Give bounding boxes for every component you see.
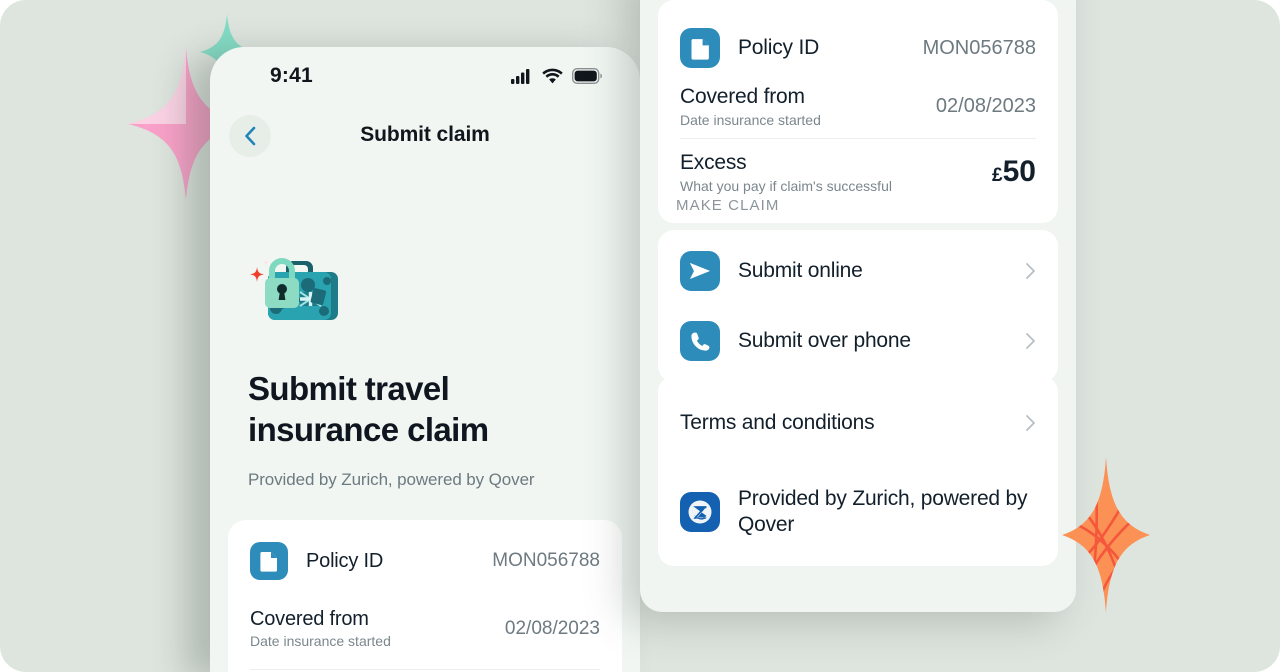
- action-label: Terms and conditions: [680, 411, 875, 434]
- action-label: Provided by Zurich, powered by Qover: [738, 487, 1028, 536]
- chevron-right-icon: [1026, 415, 1035, 431]
- amount: 50: [1002, 155, 1036, 188]
- terms-and-conditions-row[interactable]: Terms and conditions: [680, 382, 1036, 464]
- action-submit-over-phone[interactable]: Submit over phone: [680, 306, 1036, 376]
- row-covered-from[interactable]: Covered from Date insurance started 02/0…: [680, 74, 1036, 138]
- provider-row[interactable]: Provided by Zurich, powered by Qover: [680, 464, 1036, 560]
- row-title: Covered from: [680, 84, 805, 108]
- divider: [250, 669, 600, 670]
- hero-subheading: Provided by Zurich, powered by Qover: [248, 470, 535, 489]
- row-sub: What you pay if claim's successful: [680, 177, 892, 194]
- phone-row-covered-from[interactable]: Covered from Date insurance started 02/0…: [250, 608, 600, 649]
- currency-symbol: £: [992, 165, 1003, 186]
- phone-status-bar: 9:41: [210, 47, 640, 105]
- terms-card: Terms and conditions Provided by Zurich,…: [658, 376, 1058, 566]
- phone-icon: [680, 321, 720, 361]
- hero-heading: Submit travel insurance claim: [248, 370, 489, 448]
- action-label: Submit over phone: [738, 329, 911, 352]
- document-icon: [680, 28, 720, 68]
- action-submit-online[interactable]: Submit online: [680, 236, 1036, 306]
- detail-panel: Policy ID MON056788 Covered from Date in…: [640, 0, 1076, 612]
- phone-policy-card: Policy ID MON056788 Covered from Date in…: [228, 520, 622, 672]
- zurich-icon: [680, 492, 720, 532]
- action-label: Submit online: [738, 259, 863, 282]
- phone-row-value: 02/08/2023: [504, 617, 600, 639]
- phone-row-title: Policy ID: [306, 549, 384, 572]
- phone-row-sub: Date insurance started: [250, 633, 391, 649]
- phone-mockup: 9:41 Submit claim Submit travel insuranc…: [210, 47, 640, 672]
- battery-icon: [572, 68, 602, 84]
- chevron-right-icon: [1026, 333, 1035, 349]
- row-value: MON056788: [922, 36, 1036, 59]
- document-icon: [250, 542, 288, 580]
- phone-row-value: MON056788: [492, 550, 600, 571]
- page-title: Submit claim: [360, 123, 490, 146]
- row-value: 02/08/2023: [935, 94, 1036, 117]
- policy-card: Policy ID MON056788 Covered from Date in…: [658, 0, 1058, 223]
- status-time: 9:41: [270, 64, 313, 87]
- row-sub: Date insurance started: [680, 111, 821, 128]
- signal-icon: [511, 69, 530, 84]
- phone-row-title: Covered from: [250, 608, 369, 630]
- row-value: £50: [992, 155, 1036, 189]
- row-title: Policy ID: [738, 36, 820, 59]
- wifi-icon: [542, 68, 563, 84]
- section-label-make-claim: MAKE CLAIM: [676, 197, 780, 214]
- make-claim-card: Submit online Submit over phone: [658, 230, 1058, 382]
- screenshot-canvas: 9:41 Submit claim Submit travel insuranc…: [0, 0, 1280, 672]
- suitcase-with-padlock-illustration: [250, 258, 338, 320]
- row-excess[interactable]: Excess What you pay if claim's successfu…: [680, 139, 1036, 205]
- phone-row-policy-id[interactable]: Policy ID MON056788: [250, 542, 600, 580]
- phone-content: Submit travel insurance claim Provided b…: [210, 177, 640, 672]
- phone-nav-bar: Submit claim: [210, 105, 640, 177]
- chevron-right-icon: [1026, 263, 1035, 279]
- row-title: Excess: [680, 150, 747, 174]
- row-policy-id[interactable]: Policy ID MON056788: [680, 22, 1036, 74]
- send-icon: [680, 251, 720, 291]
